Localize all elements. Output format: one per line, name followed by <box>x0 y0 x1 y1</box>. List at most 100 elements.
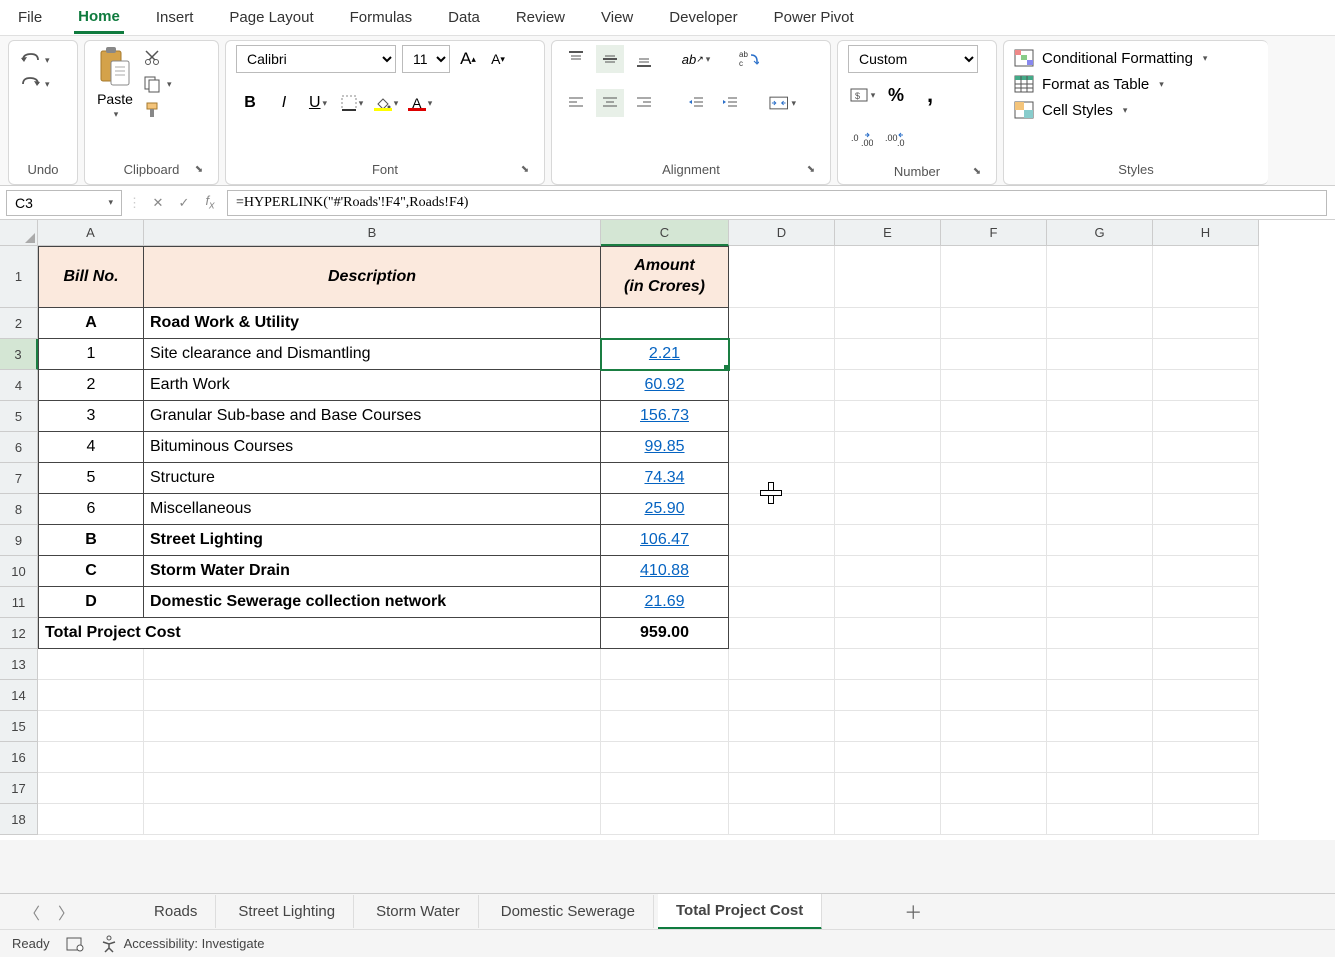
cell-A9[interactable]: B <box>38 525 144 556</box>
cell-C18[interactable] <box>601 804 729 835</box>
cell-H3[interactable] <box>1153 339 1259 370</box>
cell-C4[interactable]: 60.92 <box>601 370 729 401</box>
italic-button[interactable]: I <box>270 89 298 117</box>
cell-C5[interactable]: 156.73 <box>601 401 729 432</box>
cell-D7[interactable] <box>729 463 835 494</box>
cell-D10[interactable] <box>729 556 835 587</box>
cell-H17[interactable] <box>1153 773 1259 804</box>
cell-E4[interactable] <box>835 370 941 401</box>
cell-F15[interactable] <box>941 711 1047 742</box>
cell-B14[interactable] <box>144 680 601 711</box>
cell-F6[interactable] <box>941 432 1047 463</box>
cell-C8[interactable]: 25.90 <box>601 494 729 525</box>
cell-C9[interactable]: 106.47 <box>601 525 729 556</box>
cell-H16[interactable] <box>1153 742 1259 773</box>
number-format-select[interactable]: Custom <box>848 45 978 73</box>
cell-C16[interactable] <box>601 742 729 773</box>
select-all-cell[interactable] <box>0 220 38 246</box>
format-as-table-button[interactable]: Format as Table▾ <box>1014 75 1207 93</box>
cell-E6[interactable] <box>835 432 941 463</box>
sheet-tab-roads[interactable]: Roads <box>136 895 216 928</box>
cell-E11[interactable] <box>835 587 941 618</box>
merge-center-button[interactable]: ▾ <box>768 89 796 117</box>
row-header-1[interactable]: 1 <box>0 246 38 308</box>
cell-B13[interactable] <box>144 649 601 680</box>
cell-G17[interactable] <box>1047 773 1153 804</box>
cell-E16[interactable] <box>835 742 941 773</box>
increase-decimal-button[interactable]: .0.00 <box>848 125 876 153</box>
cell-G6[interactable] <box>1047 432 1153 463</box>
col-header-H[interactable]: H <box>1153 220 1259 246</box>
undo-button[interactable]: ▾ <box>19 51 50 69</box>
cell-B15[interactable] <box>144 711 601 742</box>
cell-E12[interactable] <box>835 618 941 649</box>
cell-E5[interactable] <box>835 401 941 432</box>
cell-D6[interactable] <box>729 432 835 463</box>
col-header-D[interactable]: D <box>729 220 835 246</box>
cell-A5[interactable]: 3 <box>38 401 144 432</box>
sheet-tab-street-lighting[interactable]: Street Lighting <box>220 895 354 928</box>
align-left-button[interactable] <box>562 89 590 117</box>
cell-C15[interactable] <box>601 711 729 742</box>
cell-G11[interactable] <box>1047 587 1153 618</box>
cell-H11[interactable] <box>1153 587 1259 618</box>
cell-total-label[interactable]: Total Project Cost <box>38 618 601 649</box>
cell-H10[interactable] <box>1153 556 1259 587</box>
row-header-6[interactable]: 6 <box>0 432 38 463</box>
cell-F10[interactable] <box>941 556 1047 587</box>
cancel-formula-button[interactable]: ✕ <box>147 192 169 214</box>
cell-A13[interactable] <box>38 649 144 680</box>
name-box[interactable]: C3 ▾ <box>6 190 122 216</box>
cell-A2[interactable]: A <box>38 308 144 339</box>
cell-F1[interactable] <box>941 246 1047 308</box>
comma-button[interactable]: , <box>916 81 944 109</box>
cell-H1[interactable] <box>1153 246 1259 308</box>
cell-E9[interactable] <box>835 525 941 556</box>
cell-C7[interactable]: 74.34 <box>601 463 729 494</box>
cell-A7[interactable]: 5 <box>38 463 144 494</box>
cell-A8[interactable]: 6 <box>38 494 144 525</box>
status-accessibility[interactable]: Accessibility: Investigate <box>100 935 265 953</box>
formula-input[interactable] <box>227 190 1327 216</box>
cell-B17[interactable] <box>144 773 601 804</box>
cell-B11[interactable]: Domestic Sewerage collection network <box>144 587 601 618</box>
menu-developer[interactable]: Developer <box>665 3 741 32</box>
cell-D14[interactable] <box>729 680 835 711</box>
increase-font-button[interactable]: A▴ <box>456 47 480 71</box>
cell-E3[interactable] <box>835 339 941 370</box>
tab-nav-prev[interactable]: 〈 <box>24 900 40 924</box>
cell-B8[interactable]: Miscellaneous <box>144 494 601 525</box>
row-header-12[interactable]: 12 <box>0 618 38 649</box>
cell-H8[interactable] <box>1153 494 1259 525</box>
cell-G5[interactable] <box>1047 401 1153 432</box>
cell-B9[interactable]: Street Lighting <box>144 525 601 556</box>
insert-function-button[interactable]: fx <box>199 192 221 214</box>
cell-C6[interactable]: 99.85 <box>601 432 729 463</box>
cell-D16[interactable] <box>729 742 835 773</box>
cell-H18[interactable] <box>1153 804 1259 835</box>
cell-B2[interactable]: Road Work & Utility <box>144 308 601 339</box>
row-header-13[interactable]: 13 <box>0 649 38 680</box>
cell-B4[interactable]: Earth Work <box>144 370 601 401</box>
cell-H7[interactable] <box>1153 463 1259 494</box>
cell-B16[interactable] <box>144 742 601 773</box>
redo-button[interactable]: ▾ <box>19 75 50 93</box>
cell-E18[interactable] <box>835 804 941 835</box>
conditional-formatting-button[interactable]: Conditional Formatting▾ <box>1014 49 1207 67</box>
col-header-C[interactable]: C <box>601 220 729 246</box>
cell-A11[interactable]: D <box>38 587 144 618</box>
menu-data[interactable]: Data <box>444 3 484 32</box>
cell-H6[interactable] <box>1153 432 1259 463</box>
col-header-F[interactable]: F <box>941 220 1047 246</box>
cell-F7[interactable] <box>941 463 1047 494</box>
cell-H4[interactable] <box>1153 370 1259 401</box>
underline-button[interactable]: U▾ <box>304 89 332 117</box>
menu-home[interactable]: Home <box>74 2 124 34</box>
cell-D12[interactable] <box>729 618 835 649</box>
orientation-button[interactable]: ab↗▾ <box>682 45 710 73</box>
sheet-tab-total-project-cost[interactable]: Total Project Cost <box>658 894 822 930</box>
sheet-tab-storm-water[interactable]: Storm Water <box>358 895 479 928</box>
cell-A16[interactable] <box>38 742 144 773</box>
new-sheet-button[interactable]: ＋ <box>890 893 936 931</box>
wrap-text-button[interactable]: abc <box>734 45 762 73</box>
